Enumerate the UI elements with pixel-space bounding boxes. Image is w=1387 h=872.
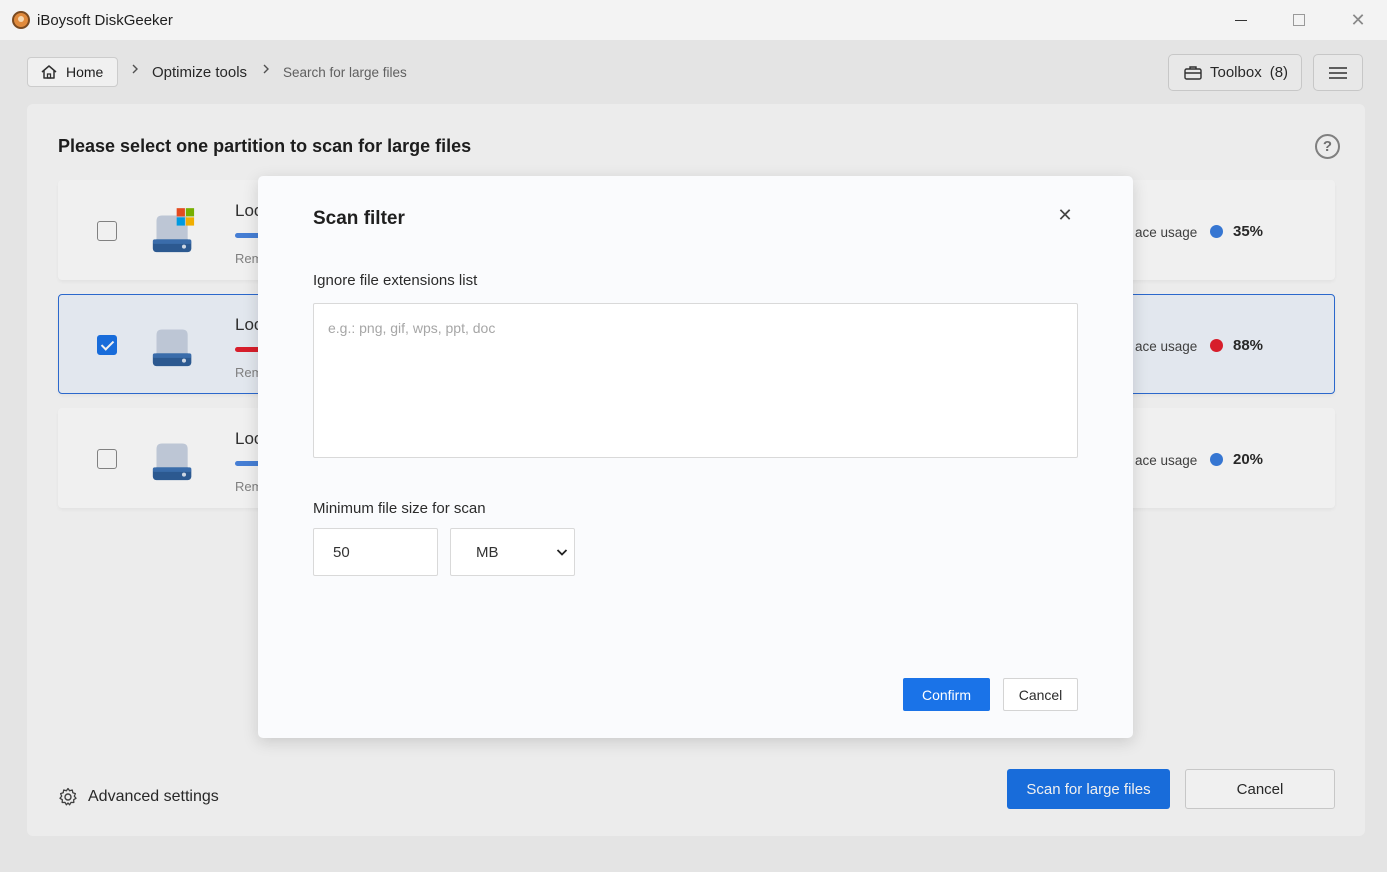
app-logo-icon xyxy=(12,11,30,29)
chevron-down-icon xyxy=(556,549,568,556)
unit-select[interactable]: MB xyxy=(450,528,575,576)
title-bar: iBoysoft DiskGeeker ✕ xyxy=(0,0,1387,40)
min-size-label: Minimum file size for scan xyxy=(313,500,486,517)
min-size-input[interactable] xyxy=(313,528,438,576)
maximize-button[interactable] xyxy=(1277,6,1321,34)
ignore-extensions-input[interactable] xyxy=(313,303,1078,458)
close-icon[interactable]: ✕ xyxy=(1056,205,1074,225)
scan-filter-dialog: Scan filter ✕ Ignore file extensions lis… xyxy=(258,176,1133,738)
ignore-extensions-label: Ignore file extensions list xyxy=(313,272,478,289)
app-title: iBoysoft DiskGeeker xyxy=(37,12,173,29)
dialog-title: Scan filter xyxy=(313,208,405,229)
unit-select-value: MB xyxy=(476,543,499,561)
close-window-button[interactable]: ✕ xyxy=(1336,6,1380,34)
dialog-cancel-button[interactable]: Cancel xyxy=(1003,678,1078,711)
confirm-button[interactable]: Confirm xyxy=(903,678,990,711)
minimize-button[interactable] xyxy=(1219,6,1263,34)
